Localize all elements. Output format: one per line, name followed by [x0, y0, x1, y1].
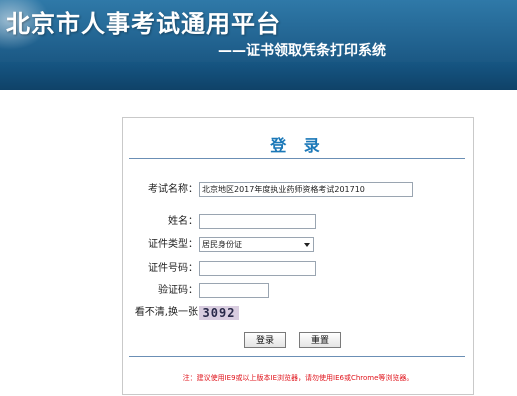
name-label: 姓名： [168, 216, 198, 227]
id-number-input[interactable] [199, 261, 316, 276]
id-number-label: 证件号码： [148, 263, 198, 274]
exam-name-label: 考试名称： [148, 184, 198, 195]
id-type-label: 证件类型： [148, 239, 198, 250]
captcha-label: 验证码： [158, 285, 198, 296]
browser-notice: 注：建议使用IE9或以上版本IE浏览器，请勿使用IE6或Chrome等浏览器。 [182, 374, 414, 382]
login-panel: 登 录 考试名称： 北京地区2017年度执业药师资格考试201710 姓名： 证… [122, 117, 474, 395]
id-type-selected: 居民身份证 [202, 240, 242, 249]
reset-button[interactable]: 重置 [299, 332, 341, 348]
login-heading: 登 录 [270, 136, 326, 155]
site-title: 北京市人事考试通用平台 [6, 10, 281, 38]
name-input[interactable] [199, 214, 316, 229]
top-divider [129, 158, 465, 159]
id-type-select[interactable]: 居民身份证 [199, 237, 314, 252]
exam-name-field[interactable]: 北京地区2017年度执业药师资格考试201710 [199, 182, 413, 197]
refresh-captcha-link[interactable]: 看不清,换一张 [123, 306, 198, 320]
chevron-down-icon[interactable] [304, 243, 310, 247]
bottom-divider [129, 356, 465, 357]
captcha-input[interactable] [199, 283, 269, 298]
page-header: 北京市人事考试通用平台 ——证书领取凭条打印系统 [0, 0, 517, 90]
site-subtitle: ——证书领取凭条打印系统 [218, 43, 386, 59]
captcha-image[interactable]: 3092 [199, 306, 239, 320]
header-band [0, 62, 517, 90]
login-button[interactable]: 登录 [244, 332, 286, 348]
